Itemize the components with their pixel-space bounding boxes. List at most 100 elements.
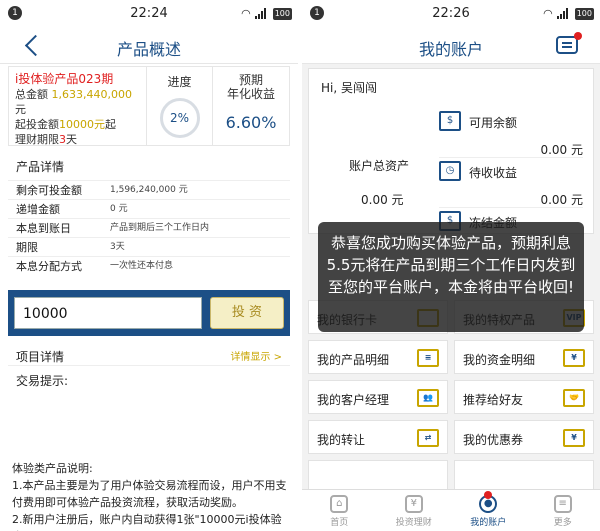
progress-block: 进度 2% [147, 67, 213, 145]
tab-item[interactable]: ● 我的账户 [451, 490, 526, 531]
balance-label: 可用余额 [469, 116, 518, 130]
total-label: 总金额 [15, 88, 48, 101]
detail-key: 本息分配方式 [16, 260, 82, 273]
divider [439, 157, 583, 158]
total-unit: 元 [15, 103, 26, 116]
rate-label-2: 年化收益 [226, 87, 275, 101]
menu-item-icon: ¥ [563, 429, 585, 447]
tab-item[interactable]: ≡ 更多 [526, 490, 600, 531]
tab-label: 更多 [553, 518, 572, 528]
menu-item-icon: ⇄ [417, 429, 439, 447]
show-details-link[interactable]: 详情显示 > [230, 348, 282, 363]
amount-input[interactable]: 10000 [14, 297, 202, 329]
rate-block: 预期 年化收益 6.60% [213, 67, 289, 145]
min-value: 10000元 [59, 118, 105, 131]
menu-item-label: 我的资金明细 [463, 353, 536, 367]
menu-item-icon: ≡ [417, 349, 439, 367]
rate-value: 6.60% [225, 113, 277, 132]
tab-label: 首页 [330, 518, 349, 528]
product-explain: 体验类产品说明: 1.本产品主要是为了用户体验交易流程而设，用户不用支付费用即可… [12, 460, 294, 531]
product-summary: i投体验产品023期 总金额 1,633,440,000 元 起投金额10000… [8, 66, 290, 146]
menu-item[interactable]: 我的优惠券 ¥ [454, 420, 594, 454]
tab-bar: ⌂ 首页 ¥ 投资理财 ● 我的账户 ≡ 更多 [302, 489, 600, 531]
unread-dot [574, 32, 582, 40]
signal-icon [254, 8, 269, 19]
detail-value: 1,596,240,000 元 [110, 185, 188, 195]
success-toast: 恭喜您成功购买体验产品，预期利息5.5元将在产品到期三个工作日内发到至您的平台账… [318, 222, 584, 332]
tab-icon: ¥ [404, 495, 423, 513]
detail-row: 剩余可投金额 1,596,240,000 元 [8, 180, 290, 199]
trade-tips: 交易提示: [16, 374, 69, 388]
menu-item-icon: 👥 [417, 389, 439, 407]
term-value: 3 [59, 133, 66, 146]
menu-item[interactable]: 我的产品明细 ≡ [308, 340, 448, 374]
menu-item-icon: 🤝 [563, 389, 585, 407]
pending-income-value: 0.00 元 [540, 193, 583, 207]
term-label: 理财期限 [15, 133, 59, 146]
total-asset-value: 0.00 元 [361, 193, 404, 207]
detail-value: 产品到期后三个工作日内 [110, 223, 210, 233]
total-value: 1,633,440,000 [51, 88, 132, 101]
product-info: i投体验产品023期 总金额 1,633,440,000 元 起投金额10000… [9, 67, 147, 146]
menu-item-label: 我的转让 [317, 433, 366, 447]
divider [439, 207, 583, 208]
greeting: Hi, 吴闯闯 [321, 81, 377, 95]
detail-key: 本息到账日 [16, 222, 71, 235]
menu-row: 我的转让 ⇄ 我的优惠券 ¥ [308, 420, 594, 454]
menu-row: 我的产品明细 ≡ 我的资金明细 ¥ [308, 340, 594, 374]
total-asset-label: 账户总资产 [349, 159, 410, 173]
detail-key: 期限 [16, 241, 38, 254]
tab-item[interactable]: ⌂ 首页 [302, 490, 377, 531]
nav-bar: 我的账户 [302, 28, 600, 64]
menu-item[interactable]: 我的资金明细 ¥ [454, 340, 594, 374]
explain-title: 体验类产品说明: [12, 462, 93, 475]
battery-icon: 100 [574, 7, 594, 20]
status-bar: 1 22:26 ◠ 100 [302, 0, 600, 28]
details-title: 产品详情 [16, 160, 65, 174]
account-card: Hi, 吴闯闯 账户总资产 0.00 元 $ 可用余额 0.00 元 ◷ 待收收… [308, 68, 594, 234]
progress-ring: 2% [159, 98, 200, 138]
project-title: 项目详情 [16, 350, 65, 364]
page-title: 产品概述 [116, 40, 181, 59]
tab-icon: ● [479, 495, 498, 513]
product-name: i投体验产品023期 [15, 72, 114, 86]
rate-label-1: 预期 [238, 73, 263, 87]
my-account-screen: 1 22:26 ◠ 100 我的账户 Hi, 吴闯闯 账户总资产 0.00 元 … [302, 0, 600, 531]
balance-value: 0.00 元 [540, 143, 583, 157]
battery-icon: 100 [272, 7, 292, 20]
min-suffix: 起 [105, 118, 116, 131]
menu-item[interactable]: 我的转让 ⇄ [308, 420, 448, 454]
tab-label: 投资理财 [395, 518, 432, 528]
menu-item[interactable]: 我的客户经理 👥 [308, 380, 448, 414]
detail-row: 本息分配方式 一次性还本付息 [8, 256, 290, 275]
detail-value: 一次性还本付息 [110, 261, 174, 271]
menu-item[interactable]: 推荐给好友 🤝 [454, 380, 594, 414]
invest-button[interactable]: 投 资 [210, 297, 284, 329]
explain-line-2: 2.新用户注册后，账户内自动获得1张"10000元i投体验券" [12, 513, 282, 531]
signal-icon [556, 8, 571, 19]
status-icons: ◠ 100 [543, 7, 594, 20]
min-label: 起投金额 [15, 118, 59, 131]
tab-icon: ≡ [553, 495, 572, 513]
clock-icon: ◷ [439, 161, 461, 181]
explain-line-1: 1.本产品主要是为了用户体验交易流程而设，用户不用支付费用即可体验产品投资流程，… [12, 479, 287, 509]
tab-icon: ⌂ [330, 495, 349, 513]
menu-item-label: 我的优惠券 [463, 433, 524, 447]
detail-row: 递增金额 0 元 [8, 199, 290, 218]
tab-label: 我的账户 [470, 518, 507, 528]
nav-bar: 产品概述 [0, 28, 298, 64]
project-header: 项目详情 详情显示 > [8, 344, 290, 366]
detail-value: 3天 [110, 242, 125, 252]
detail-key: 剩余可投金额 [16, 184, 82, 197]
menu-item-label: 推荐给好友 [463, 393, 524, 407]
status-bar: 1 22:24 ◠ 100 [0, 0, 298, 28]
product-overview-screen: 1 22:24 ◠ 100 产品概述 i投体验产品023期 总金额 1,633,… [0, 0, 298, 531]
progress-label: 进度 [167, 75, 192, 89]
status-icons: ◠ 100 [241, 7, 292, 20]
message-icon[interactable] [556, 32, 582, 54]
wifi-icon: ◠ [241, 7, 251, 20]
tab-item[interactable]: ¥ 投资理财 [377, 490, 452, 531]
detail-value: 0 元 [110, 204, 128, 214]
menu-item-label: 我的客户经理 [317, 393, 390, 407]
term-unit: 天 [66, 133, 77, 146]
